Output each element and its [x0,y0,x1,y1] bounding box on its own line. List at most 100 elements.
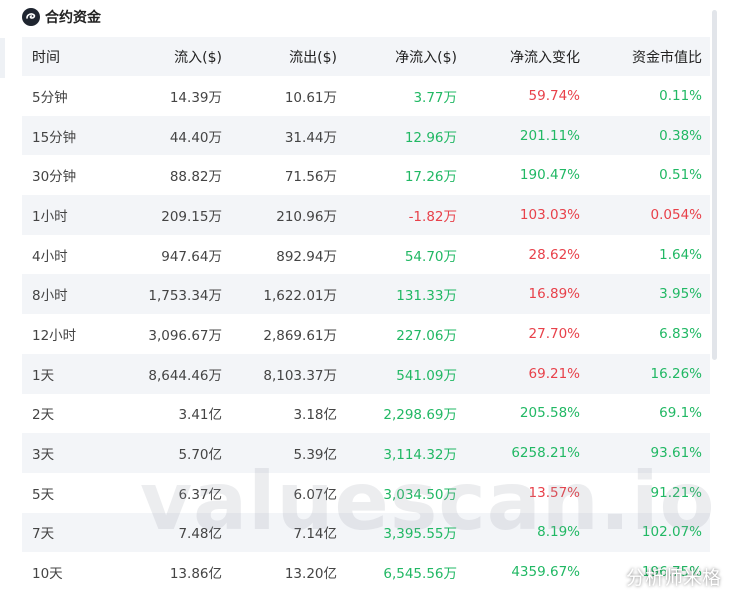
cell-net-inflow: 3,114.32万 [383,447,457,464]
swirl-logo-icon [22,8,40,26]
cell-fund-mcap-ratio: 1.64% [659,246,702,263]
column-header-fund-mcap-ratio[interactable]: 资金市值比 [580,47,702,67]
cell-outflow: 3.18亿 [293,407,337,424]
cell-net-change: 103.03% [519,206,580,223]
cell-time: 7天 [32,526,55,543]
cell-inflow: 947.64万 [161,248,222,265]
cell-inflow: 8,644.46万 [148,367,222,384]
table-row[interactable]: 1小时 209.15万 210.96万 -1.82万 103.03% 0.054% [22,195,710,235]
panel-header: 合约资金 [22,6,101,28]
cell-net-inflow: 3,395.55万 [383,526,457,543]
cell-net-change: 4359.67% [511,564,580,581]
cell-fund-mcap-ratio: 91.21% [650,484,702,501]
cell-inflow: 7.48亿 [178,526,222,543]
cell-outflow: 2,869.61万 [263,327,337,344]
cell-net-inflow: 54.70万 [404,248,457,265]
cell-time: 4小时 [32,248,68,265]
cell-net-change: 59.74% [528,87,580,104]
cell-inflow: 88.82万 [169,169,222,186]
cell-outflow: 892.94万 [276,248,337,265]
table-row[interactable]: 12小时 3,096.67万 2,869.61万 227.06万 27.70% 6.83% [22,314,710,354]
cell-fund-mcap-ratio: 0.51% [659,167,702,184]
table-row[interactable]: 5天 6.37亿 6.07亿 3,034.50万 13.57% 91.21% [22,473,710,513]
cell-time: 5分钟 [32,89,68,106]
cell-time: 1小时 [32,208,68,225]
cell-fund-mcap-ratio: 3.95% [659,286,702,303]
cell-time: 10天 [32,566,63,583]
cell-net-change: 201.11% [519,127,580,144]
cell-net-inflow: 541.09万 [396,367,457,384]
panel-title: 合约资金 [45,10,101,26]
cell-time: 30分钟 [32,169,77,186]
cell-fund-mcap-ratio: 0.38% [659,127,702,144]
table-row[interactable]: 7天 7.48亿 7.14亿 3,395.55万 8.19% 102.07% [22,512,710,553]
cell-fund-mcap-ratio: 69.1% [659,405,702,422]
column-header-net-change[interactable]: 净流入变化 [457,47,580,67]
cell-inflow: 3,096.67万 [148,327,222,344]
cell-outflow: 7.14亿 [293,526,337,543]
table-row[interactable]: 5分钟 14.39万 10.61万 3.77万 59.74% 0.11% [22,76,710,116]
cell-fund-mcap-ratio: 93.61% [650,445,702,462]
cell-fund-mcap-ratio: 6.83% [659,325,702,342]
cell-net-inflow: 12.96万 [404,129,457,146]
cell-inflow: 6.37亿 [178,486,222,503]
cell-net-change: 190.47% [519,167,580,184]
cell-net-inflow: 131.33万 [396,288,457,305]
cell-outflow: 13.20亿 [284,566,337,583]
cell-net-inflow: 2,298.69万 [383,407,457,424]
cell-time: 2天 [32,407,55,424]
column-header-net-inflow[interactable]: 净流入($) [337,47,457,67]
scrollbar[interactable] [712,10,717,360]
table-row[interactable]: 8小时 1,753.34万 1,622.01万 131.33万 16.89% 3.95% [22,274,710,315]
column-header-time[interactable]: 时间 [22,47,112,67]
cell-outflow: 1,622.01万 [263,288,337,305]
cell-net-change: 69.21% [528,365,580,382]
cell-inflow: 209.15万 [161,208,222,225]
cell-time: 1天 [32,367,55,384]
cell-net-change: 205.58% [519,405,580,422]
source-credit: 分析师米格 [598,563,721,590]
column-header-inflow[interactable]: 流入($) [112,47,222,67]
cell-net-change: 13.57% [528,484,580,501]
table-header-row: 时间 流入($) 流出($) 净流入($) 净流入变化 资金市值比 [22,37,710,76]
table-row[interactable]: 2天 3.41亿 3.18亿 2,298.69万 205.58% 69.1% [22,394,710,434]
table-row[interactable]: 15分钟 44.40万 31.44万 12.96万 201.11% 0.38% [22,115,710,156]
cell-time: 12小时 [32,327,77,344]
table-row[interactable]: 4小时 947.64万 892.94万 54.70万 28.62% 1.64% [22,235,710,275]
cell-time: 15分钟 [32,129,77,146]
cell-fund-mcap-ratio: 0.054% [650,206,702,223]
cell-net-change: 28.62% [528,246,580,263]
cell-outflow: 8,103.37万 [263,367,337,384]
cell-outflow: 10.61万 [284,89,337,106]
column-header-outflow[interactable]: 流出($) [222,47,337,67]
cell-time: 8小时 [32,288,68,305]
cell-time: 3天 [32,447,55,464]
cell-net-change: 8.19% [537,524,580,541]
cell-outflow: 71.56万 [284,169,337,186]
cell-time: 5天 [32,486,55,503]
table-row[interactable]: 30分钟 88.82万 71.56万 17.26万 190.47% 0.51% [22,155,710,195]
cell-inflow: 3.41亿 [178,407,222,424]
table-row[interactable]: 3天 5.70亿 5.39亿 3,114.32万 6258.21% 93.61% [22,433,710,473]
left-edge-tab [0,38,5,78]
cell-net-inflow: 3.77万 [413,89,457,106]
cell-inflow: 44.40万 [169,129,222,146]
source-credit-text: 分析师米格 [625,567,721,589]
cell-fund-mcap-ratio: 102.07% [641,524,702,541]
cell-outflow: 31.44万 [284,129,337,146]
cell-fund-mcap-ratio: 16.26% [650,365,702,382]
cell-net-change: 16.89% [528,286,580,303]
cell-net-inflow: 3,034.50万 [383,486,457,503]
wechat-icon [598,568,620,585]
cell-outflow: 6.07亿 [293,486,337,503]
cell-outflow: 5.39亿 [293,447,337,464]
cell-net-inflow: -1.82万 [408,208,457,225]
cell-net-change: 6258.21% [511,445,580,462]
cell-net-inflow: 6,545.56万 [383,566,457,583]
cell-net-inflow: 227.06万 [396,327,457,344]
cell-inflow: 13.86亿 [169,566,222,583]
table-row[interactable]: 1天 8,644.46万 8,103.37万 541.09万 69.21% 16.26% [22,353,710,394]
cell-outflow: 210.96万 [276,208,337,225]
cell-inflow: 1,753.34万 [148,288,222,305]
cell-fund-mcap-ratio: 0.11% [659,87,702,104]
